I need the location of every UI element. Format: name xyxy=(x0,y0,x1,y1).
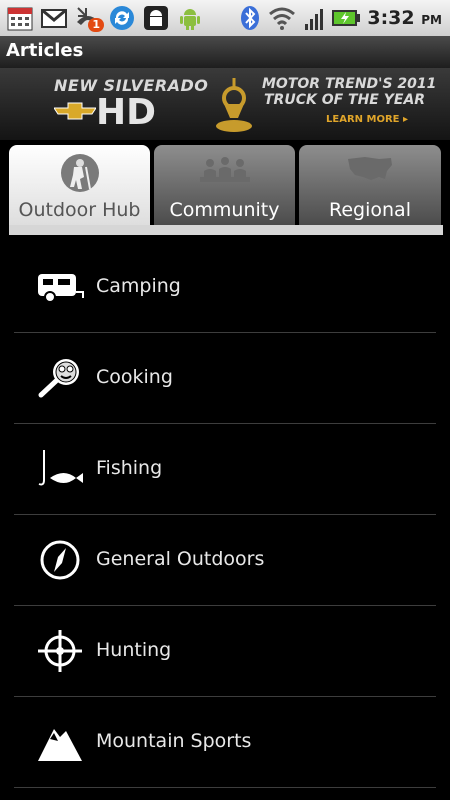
us-map-icon xyxy=(348,157,392,180)
list-item-hunting[interactable]: Hunting xyxy=(14,606,436,697)
sync-icon xyxy=(110,6,134,30)
tab-outdoor-hub[interactable]: Outdoor Hub xyxy=(9,145,150,225)
list-item-fishing[interactable]: Fishing xyxy=(14,424,436,515)
frying-pan-icon xyxy=(38,359,79,398)
tab-label: Outdoor Hub xyxy=(18,199,141,221)
mountain-icon xyxy=(38,729,82,761)
list-item-camping[interactable]: Camping xyxy=(14,242,436,333)
ad-model: HD xyxy=(96,92,157,133)
compass-icon xyxy=(40,540,80,580)
signal-icon xyxy=(305,9,324,30)
list-item-cooking[interactable]: Cooking xyxy=(14,333,436,424)
fish-hook-icon xyxy=(38,450,83,486)
gmail-icon xyxy=(41,8,67,28)
ad-award-line2: TRUCK OF THE YEAR xyxy=(264,92,426,108)
camper-trailer-icon xyxy=(38,274,84,303)
android-robot-icon xyxy=(180,9,200,30)
notification-icons: 1 xyxy=(6,4,204,32)
ad-award-line1: MOTOR TREND'S 2011 xyxy=(262,76,437,92)
calendar-icon xyxy=(7,7,33,31)
list-item-general-outdoors[interactable]: General Outdoors xyxy=(14,515,436,606)
hiker-icon xyxy=(60,154,99,192)
list-item-label: General Outdoors xyxy=(96,548,265,570)
ad-learn-more-link[interactable]: LEARN MORE ▸ xyxy=(326,114,408,125)
list-item-label: Cooking xyxy=(96,366,173,388)
tab-label: Community xyxy=(169,199,280,221)
system-icons: 3:32 PM xyxy=(239,4,442,32)
list-item-mountain-sports[interactable]: Mountain Sports xyxy=(14,697,436,788)
page-title: Articles xyxy=(6,40,84,61)
notification-badge: 1 xyxy=(88,18,104,32)
people-icon xyxy=(199,157,250,182)
bluetooth-icon xyxy=(241,6,260,30)
ad-banner[interactable]: NEW SILVERADO HD MOTOR TREND'S 2011 TRUC… xyxy=(0,68,450,140)
android-icon xyxy=(144,6,168,30)
list-item-label: Mountain Sports xyxy=(96,730,252,752)
list-item-label: Fishing xyxy=(96,457,163,479)
crosshair-icon xyxy=(38,630,82,672)
tab-label: Regional xyxy=(329,199,411,221)
category-list: Camping Cooking Fishing General Outdoors… xyxy=(0,242,450,788)
trophy-icon xyxy=(216,78,252,132)
missed-call-icon: 1 xyxy=(74,4,104,32)
tab-community[interactable]: Community xyxy=(154,145,295,225)
tab-regional[interactable]: Regional xyxy=(299,145,441,225)
chevrolet-bowtie-icon xyxy=(54,102,96,120)
clock-time: 3:32 xyxy=(367,7,415,29)
clock: 3:32 PM xyxy=(367,7,442,29)
clock-ampm: PM xyxy=(421,13,442,27)
battery-charging-icon xyxy=(332,10,361,26)
list-item-label: Hunting xyxy=(96,639,172,661)
wifi-icon xyxy=(269,7,296,30)
status-bar: 1 3:32 PM xyxy=(0,0,450,36)
tab-underline xyxy=(9,225,443,235)
tab-bar: Outdoor Hub Community Regional xyxy=(0,140,450,236)
list-item-label: Camping xyxy=(96,275,181,297)
title-bar: Articles xyxy=(0,36,450,68)
